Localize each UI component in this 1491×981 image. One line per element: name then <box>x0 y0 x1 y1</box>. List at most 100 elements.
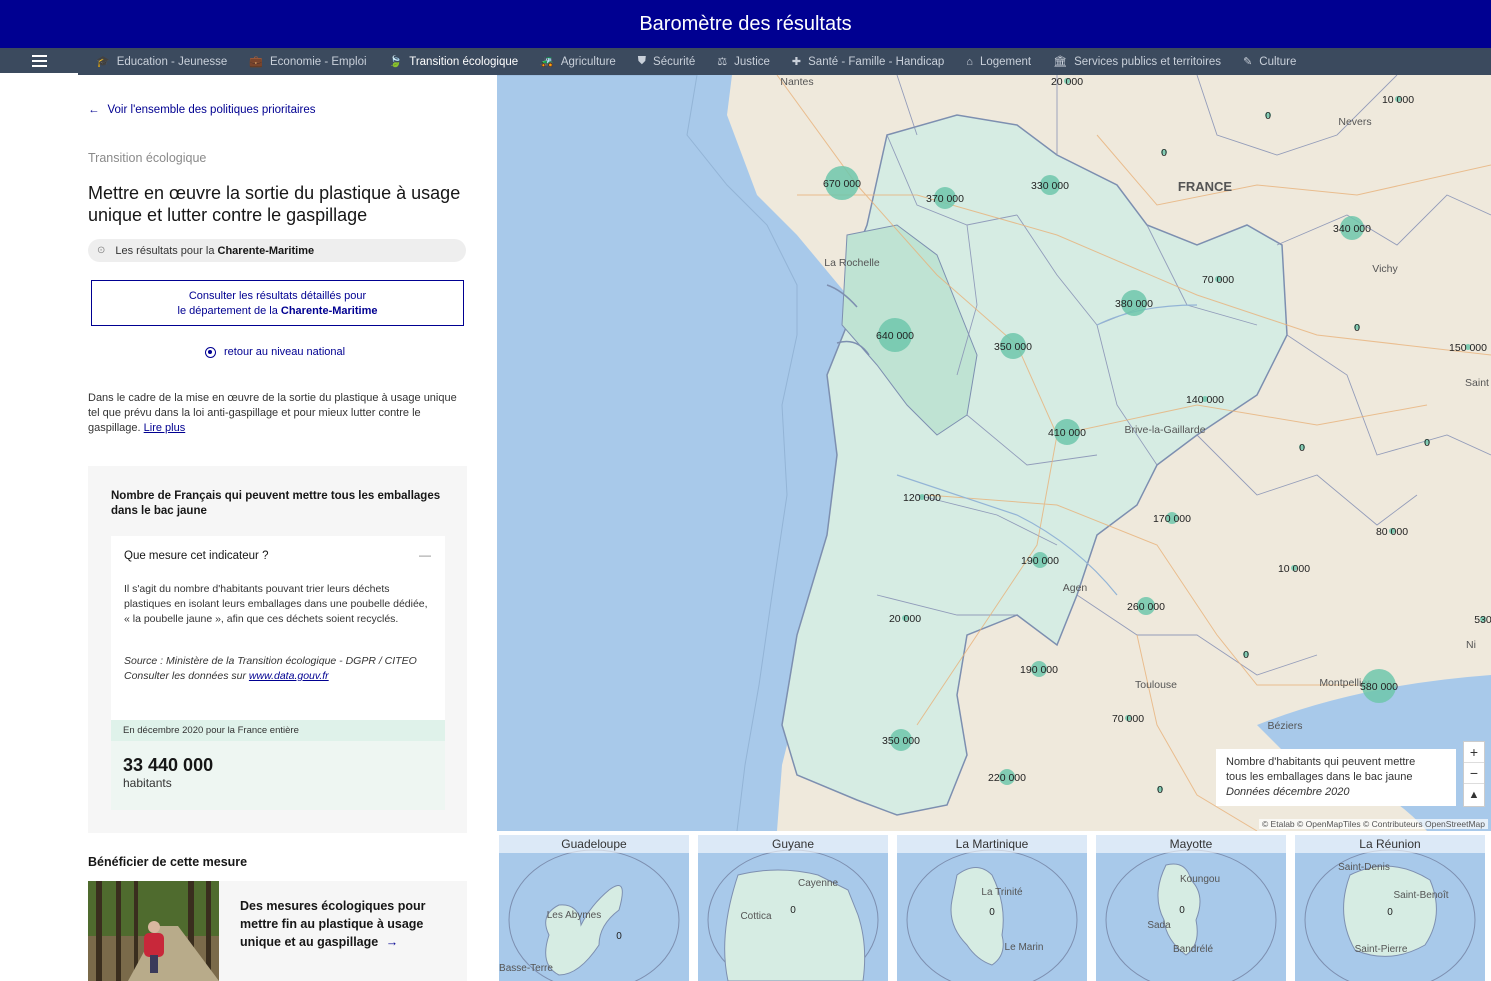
inset-title: Guyane <box>698 835 888 853</box>
zoom-in-button[interactable]: + <box>1464 742 1484 763</box>
menu-icon[interactable] <box>0 48 78 75</box>
nav-item-2[interactable]: 💼 Economie - Emploi <box>231 48 366 75</box>
inset-map-guyane[interactable]: Cayenne Cottica 0 Guyane <box>698 835 888 981</box>
back-link[interactable]: ← Voir l'ensemble des politiques priorit… <box>88 104 316 116</box>
inset-map-canvas: La Trinité Le Marin 0 <box>906 849 1078 981</box>
inset-place-label: Saint-Denis <box>1338 862 1390 873</box>
indicator-value: 33 440 000 <box>123 755 214 775</box>
indicator-period: En décembre 2020 pour la France entière <box>111 720 445 741</box>
nav-item-label: Culture <box>1259 55 1297 68</box>
map-bubble-label: 0 <box>1424 437 1430 449</box>
map-bubble-label: 220 000 <box>988 772 1026 784</box>
map-place-label: Saint <box>1465 377 1489 389</box>
map-pin-icon: ⊙ <box>97 245 106 256</box>
inset-place-label: Cottica <box>740 911 772 922</box>
department-details-line1: Consulter les résultats détaillés pour <box>188 290 367 302</box>
inset-map-la-réunion[interactable]: Saint-Denis Saint-Benoît Saint-Pierre 0 La R… <box>1295 835 1485 981</box>
nav-item-label: Education - Jeunesse <box>116 55 228 68</box>
nav-item-label: Logement <box>979 55 1032 68</box>
inset-value-label: 0 <box>790 905 796 916</box>
nav-item-9[interactable]: 🏛 Services publics et territoires <box>1035 48 1221 75</box>
map-bubble-label: 260 000 <box>1127 601 1165 613</box>
map-bubble-label: 70 000 <box>1112 713 1144 725</box>
nav-item-5[interactable]: ⛊ Sécurité <box>620 48 695 75</box>
map-bubble-label: 20 000 <box>1051 76 1083 88</box>
nav-item-8[interactable]: ⌂ Logement <box>948 48 1031 75</box>
department-details-button[interactable]: Consulter les résultats détaillés pour l… <box>91 280 464 326</box>
building-icon: 🏛 <box>1053 56 1068 68</box>
map-attribution: © Etalab © OpenMapTiles © Contributeurs … <box>1258 819 1488 829</box>
nav-item-label: Santé - Famille - Handicap <box>808 55 945 68</box>
nav-item-7[interactable]: ✚ Santé - Famille - Handicap <box>774 48 944 75</box>
map-bubble-label: 150 000 <box>1449 342 1487 354</box>
inset-map-la-martinique[interactable]: La Trinité Le Marin 0 La Martinique <box>897 835 1087 981</box>
inset-place-label: Bandrélé <box>1173 944 1213 955</box>
back-link-label: Voir l'ensemble des politiques prioritai… <box>107 104 316 116</box>
map-bubble-label: 120 000 <box>903 492 941 504</box>
map-bubble-label: 80 000 <box>1376 526 1408 538</box>
inset-title: La Réunion <box>1295 835 1485 853</box>
location-badge: ⊙ Les résultats pour la Charente-Maritim… <box>88 239 466 262</box>
nav-item-1[interactable]: 🎓 Education - Jeunesse <box>78 48 227 75</box>
inset-place-label: Le Marin <box>1005 942 1044 953</box>
nav-item-10[interactable]: ✎ Culture <box>1225 48 1296 75</box>
nav-item-label: Services publics et territoires <box>1074 55 1222 68</box>
map-place-label: La Rochelle <box>824 257 880 269</box>
benefit-card[interactable]: Des mesures écologiques pour mettre fin … <box>88 881 467 981</box>
inset-map-mayotte[interactable]: Koungou Sada Bandrélé 0 Mayotte <box>1096 835 1286 981</box>
indicator-unit: habitants <box>123 776 172 790</box>
nav-item-3[interactable]: 🍃 Transition écologique <box>371 48 519 75</box>
nav-item-label: Agriculture <box>560 55 616 68</box>
indicator-question[interactable]: Que mesure cet indicateur ? <box>124 550 268 562</box>
zoom-out-button[interactable]: − <box>1464 763 1484 784</box>
results-map[interactable]: Nantes Nevers FRANCE La Rochelle Vichy Saint B… <box>497 75 1491 831</box>
map-bubble-label: 190 000 <box>1021 555 1059 567</box>
map-bubble-label: 410 000 <box>1048 427 1086 439</box>
map-bubble-label: 330 000 <box>1031 180 1069 192</box>
inset-title: Mayotte <box>1096 835 1286 853</box>
map-bubble-label: 70 000 <box>1202 274 1234 286</box>
map-bubble-label: 10 000 <box>1278 563 1310 575</box>
national-level-label: retour au niveau national <box>224 346 346 358</box>
arrow-left-icon: ← <box>88 104 100 116</box>
map-place-label: Nantes <box>780 76 813 88</box>
indicator-explanation: Il s'agit du nombre d'habitants pouvant … <box>124 583 428 625</box>
map-bubble-label: 640 000 <box>876 330 914 342</box>
inset-map-guadeloupe[interactable]: Les Abymes Basse-Terre 0 Guadeloupe <box>499 835 689 981</box>
tractor-icon: 🚜 <box>540 56 554 68</box>
legend-line-1: Nombre d'habitants qui peuvent mettre <box>1226 756 1416 768</box>
inset-place-label: Sada <box>1147 920 1171 931</box>
shield-icon: ⛊ <box>637 55 647 67</box>
policy-description: Dans le cadre de la mise en œuvre de la … <box>88 391 468 436</box>
nav-item-6[interactable]: ⚖ Justice <box>699 48 770 75</box>
nav-item-label: Economie - Emploi <box>270 55 367 68</box>
indicator-source-text: Source : Ministère de la Transition écol… <box>124 655 417 667</box>
map-place-label: Agen <box>1063 582 1088 594</box>
nav-item-4[interactable]: 🚜 Agriculture <box>522 48 616 75</box>
cyclist-photo <box>88 881 219 981</box>
collapse-icon[interactable]: — <box>419 548 431 562</box>
map-bubble-label: 340 000 <box>1333 223 1371 235</box>
inset-map-canvas: Koungou Sada Bandrélé 0 <box>1105 849 1277 981</box>
benefit-heading: Bénéficier de cette mesure <box>88 855 248 869</box>
benefit-card-text: Des mesures écologiques pour mettre fin … <box>240 897 440 951</box>
inset-value-label: 0 <box>1179 905 1185 916</box>
inset-map-canvas: Les Abymes Basse-Terre 0 <box>499 849 680 981</box>
zoom-controls: + − ▲ <box>1463 741 1485 807</box>
reset-north-button[interactable]: ▲ <box>1464 784 1484 805</box>
map-canvas[interactable]: Nantes Nevers FRANCE La Rochelle Vichy Saint B… <box>497 75 1491 831</box>
map-bubble-label: 670 000 <box>823 178 861 190</box>
inset-place-label: Saint-Pierre <box>1355 944 1408 955</box>
map-bubble-label: 350 000 <box>994 341 1032 353</box>
inset-territory-shape <box>950 867 1004 966</box>
read-more-link[interactable]: Lire plus <box>144 422 186 434</box>
map-bubble-label: 350 000 <box>882 735 920 747</box>
indicator-card: Nombre de Français qui peuvent mettre to… <box>88 466 467 833</box>
map-bubble-label: 0 <box>1157 784 1163 796</box>
national-level-link[interactable]: retour au niveau national <box>205 346 345 358</box>
leaf-icon: 🍃 <box>388 56 403 68</box>
data-gouv-link[interactable]: www.data.gouv.fr <box>249 670 329 682</box>
inset-map-canvas: Saint-Denis Saint-Benoît Saint-Pierre 0 <box>1304 849 1476 981</box>
map-bubble-label: 0 <box>1354 322 1360 334</box>
scales-icon: ⚖ <box>717 56 728 68</box>
